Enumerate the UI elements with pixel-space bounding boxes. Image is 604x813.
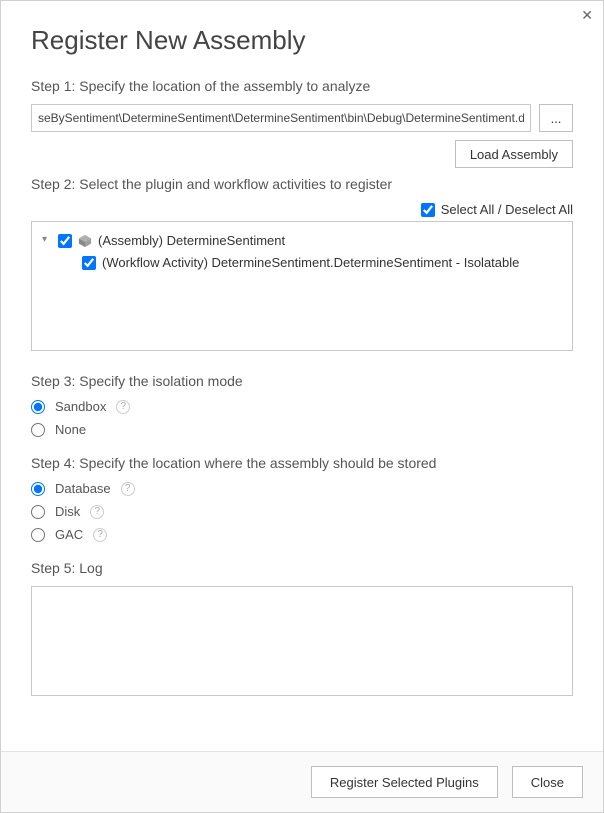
select-all-label: Select All / Deselect All — [441, 202, 573, 217]
register-assembly-dialog: ✕ Register New Assembly Step 1: Specify … — [0, 0, 604, 813]
chevron-down-icon[interactable]: ▾ — [42, 229, 52, 251]
isolation-none-label: None — [55, 422, 86, 437]
storage-disk-label: Disk — [55, 504, 80, 519]
step4-label: Step 4: Specify the location where the a… — [31, 455, 573, 471]
activity-checkbox[interactable] — [82, 256, 96, 270]
browse-button[interactable]: ... — [539, 104, 573, 132]
assembly-path-input[interactable] — [31, 104, 531, 132]
help-icon[interactable]: ? — [93, 528, 107, 542]
step1-label: Step 1: Specify the location of the asse… — [31, 78, 573, 94]
step2-label: Step 2: Select the plugin and workflow a… — [31, 176, 573, 192]
isolation-sandbox-radio[interactable] — [31, 400, 45, 414]
storage-gac-radio[interactable] — [31, 528, 45, 542]
assembly-label: (Assembly) DetermineSentiment — [98, 230, 285, 252]
assembly-icon — [78, 234, 92, 248]
tree-activity-row[interactable]: (Workflow Activity) DetermineSentiment.D… — [42, 252, 562, 274]
isolation-mode-group: Sandbox ? None — [31, 399, 573, 437]
activity-label: (Workflow Activity) DetermineSentiment.D… — [102, 252, 519, 274]
storage-disk-radio[interactable] — [31, 505, 45, 519]
assembly-checkbox[interactable] — [58, 234, 72, 248]
storage-location-group: Database ? Disk ? GAC ? — [31, 481, 573, 542]
step3-label: Step 3: Specify the isolation mode — [31, 373, 573, 389]
help-icon[interactable]: ? — [116, 400, 130, 414]
help-icon[interactable]: ? — [121, 482, 135, 496]
load-assembly-button[interactable]: Load Assembly — [455, 140, 573, 168]
register-plugins-button[interactable]: Register Selected Plugins — [311, 766, 498, 798]
isolation-none-radio[interactable] — [31, 423, 45, 437]
plugin-tree: ▾ (Assembly) DetermineSentiment (Workflo… — [31, 221, 573, 351]
log-output — [31, 586, 573, 696]
help-icon[interactable]: ? — [90, 505, 104, 519]
select-all-checkbox[interactable] — [421, 203, 435, 217]
dialog-title: Register New Assembly — [31, 25, 573, 56]
storage-gac-label: GAC — [55, 527, 83, 542]
dialog-content: Register New Assembly Step 1: Specify th… — [1, 1, 603, 751]
close-button[interactable]: Close — [512, 766, 583, 798]
step5-label: Step 5: Log — [31, 560, 573, 576]
isolation-sandbox-label: Sandbox — [55, 399, 106, 414]
tree-assembly-row[interactable]: ▾ (Assembly) DetermineSentiment — [42, 230, 562, 252]
storage-database-label: Database — [55, 481, 111, 496]
storage-database-radio[interactable] — [31, 482, 45, 496]
close-icon[interactable]: ✕ — [581, 7, 593, 24]
dialog-footer: Register Selected Plugins Close — [1, 751, 603, 812]
